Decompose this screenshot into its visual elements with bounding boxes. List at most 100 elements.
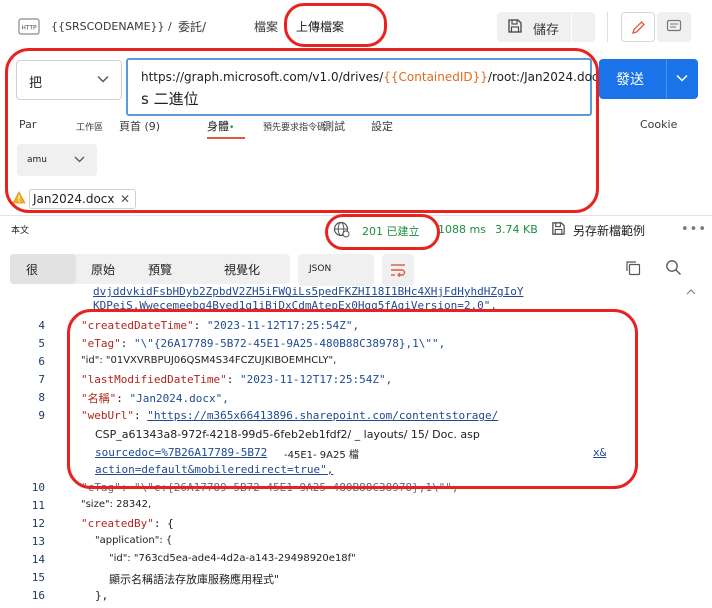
line-number: 9	[38, 409, 45, 422]
response-view-tabs: 很 原始 預覽 視覺化	[10, 254, 290, 284]
http-method-select[interactable]: 把	[16, 60, 122, 100]
code-line: "lastModifiedDateTime": "2023-11-12T17:2…	[81, 373, 393, 386]
json-key: "名稱"	[81, 392, 117, 405]
line-number: 14	[31, 553, 45, 566]
line-number: 15	[31, 571, 45, 584]
send-button[interactable]: 發送	[599, 59, 698, 99]
json-value: "\"{26A17789-5B72-45E1-9A25-480B88C38978…	[134, 337, 446, 350]
cookies-link[interactable]: Cookie	[640, 118, 677, 131]
body-type-label: amu	[27, 155, 47, 165]
save-icon	[508, 19, 522, 33]
network-globe-icon[interactable]	[333, 221, 350, 238]
chevron-down-icon	[74, 156, 85, 163]
json-key: "createdDateTime"	[81, 319, 194, 332]
save-icon	[552, 222, 565, 235]
line-number: 4	[38, 319, 45, 332]
send-label: 發送	[616, 72, 644, 88]
tab-preview[interactable]: 預覽	[148, 261, 172, 278]
code-line-partial: KDPeiS.Wwecemeebg4Byed1g1iBjDxCdmAtepEx0…	[93, 299, 497, 312]
breadcrumb-files[interactable]: 檔案	[254, 18, 278, 35]
line-number: 7	[38, 373, 45, 386]
format-label: JSON	[309, 264, 332, 274]
tab-tests[interactable]: 測試	[323, 118, 345, 134]
line-number: 11	[31, 499, 45, 512]
http-request-icon: HTTP	[18, 18, 40, 35]
url-text-continued: s 二進位	[141, 90, 199, 108]
code-line: "eTag": "\"{26A17789-5B72-45E1-9A25-480B…	[81, 337, 446, 350]
toolbar-divider	[607, 12, 608, 42]
more-options-icon[interactable]: •••	[681, 222, 707, 237]
breadcrumb-upload-file[interactable]: 上傳檔案	[296, 18, 344, 35]
edit-button[interactable]	[621, 12, 655, 42]
tab-pre-request-script[interactable]: 預先要求指令碼	[263, 120, 326, 133]
http-method-label: 把	[29, 76, 43, 91]
chevron-down-icon[interactable]	[676, 74, 688, 82]
json-value: "2023-11-12T17:25:54Z",	[206, 319, 360, 332]
request-name[interactable]: {{SRSCODENAME}} /	[51, 20, 172, 33]
wrap-lines-button[interactable]	[382, 254, 414, 286]
url-prefix: https://graph.microsoft.com/v1.0/drives/	[141, 70, 384, 84]
save-split-divider	[571, 12, 572, 42]
code-link-continued[interactable]: sourcedoc=%7B26A17789-5B72	[95, 446, 267, 459]
line-number: 8	[38, 391, 45, 404]
tab-visualize[interactable]: 視覺化	[224, 261, 260, 278]
tab-params[interactable]: Par	[19, 118, 36, 131]
close-icon[interactable]: ✕	[120, 192, 130, 206]
send-split-divider	[666, 59, 667, 99]
tab-body[interactable]: 身體•	[207, 118, 234, 134]
file-name: Jan2024.docx	[33, 192, 115, 206]
response-body-label[interactable]: 本文	[11, 223, 29, 236]
code-line: "cTag": "\"c:{26A17789-5B72-45E1-9A25-48…	[81, 481, 459, 494]
warning-icon	[12, 191, 26, 204]
url-text: https://graph.microsoft.com/v1.0/drives/…	[141, 70, 614, 84]
tab-body-marker: •	[229, 123, 235, 133]
line-number: 13	[31, 535, 45, 548]
tab-authorization[interactable]: 工作區	[76, 120, 103, 133]
tab-settings[interactable]: 設定	[371, 118, 393, 134]
response-status[interactable]: 201 已建立	[362, 223, 420, 239]
response-divider	[0, 215, 712, 216]
code-line-continued: -45E1- 9A25 檔	[284, 450, 359, 461]
json-punctuation: : {	[153, 517, 174, 530]
code-line: "id": "01VXVRBPUJ06QSM4S34FCZUJKIBOEMHCL…	[81, 355, 337, 366]
code-link-continued[interactable]: action=default&mobileredirect=true",	[95, 463, 333, 476]
body-type-select[interactable]: amu	[17, 144, 97, 176]
scroll-up-icon[interactable]	[686, 288, 696, 296]
code-line: "size": 28342,	[81, 499, 152, 510]
pencil-icon	[632, 21, 645, 34]
code-line: "createdBy": {	[81, 517, 174, 530]
svg-text:HTTP: HTTP	[21, 25, 37, 32]
save-label: 儲存	[533, 23, 560, 38]
json-link-value[interactable]: "https://m365x66413896.sharepoint.com/co…	[147, 409, 498, 422]
selected-file-chip[interactable]: Jan2024.docx ✕	[29, 189, 136, 209]
active-view-highlight	[10, 254, 76, 284]
line-number: 10	[31, 481, 45, 494]
code-line: "webUrl": "https://m365x66413896.sharepo…	[81, 409, 499, 422]
json-key: "lastModifiedDateTime"	[81, 373, 227, 386]
breadcrumb-commission[interactable]: 委託/	[178, 18, 206, 35]
save-as-example-button[interactable]: 另存新檔範例	[573, 222, 645, 239]
json-key: "createdBy"	[81, 517, 154, 530]
response-time[interactable]: 1088 ms	[438, 223, 486, 236]
save-button[interactable]: 儲存	[497, 12, 595, 42]
response-size[interactable]: 3.74 KB	[495, 223, 538, 236]
wrap-lines-icon	[391, 264, 406, 277]
code-link-continued[interactable]: x&	[593, 446, 606, 459]
code-line: "id": "763cd5ea-ade4-4d2a-a143-29498920e…	[109, 553, 356, 564]
line-number: 16	[31, 589, 45, 602]
tab-pretty[interactable]: 很	[26, 261, 38, 278]
code-line: "application": {	[95, 535, 173, 546]
comments-button[interactable]	[657, 12, 691, 42]
code-line: 顯示名稱語法存放庫服務應用程式"	[109, 573, 280, 586]
tab-body-label: 身體	[207, 120, 229, 133]
copy-icon[interactable]	[625, 260, 641, 276]
search-icon[interactable]	[665, 259, 682, 276]
line-number: 5	[38, 337, 45, 350]
line-number: 12	[31, 517, 45, 530]
tab-headers[interactable]: 頁首 (9)	[119, 118, 160, 134]
tab-raw[interactable]: 原始	[91, 261, 115, 278]
url-input[interactable]: https://graph.microsoft.com/v1.0/drives/…	[126, 58, 614, 116]
format-select[interactable]: JSON	[298, 254, 374, 286]
json-value: "2023-11-12T17:25:54Z",	[239, 373, 393, 386]
active-tab-indicator	[207, 137, 245, 139]
